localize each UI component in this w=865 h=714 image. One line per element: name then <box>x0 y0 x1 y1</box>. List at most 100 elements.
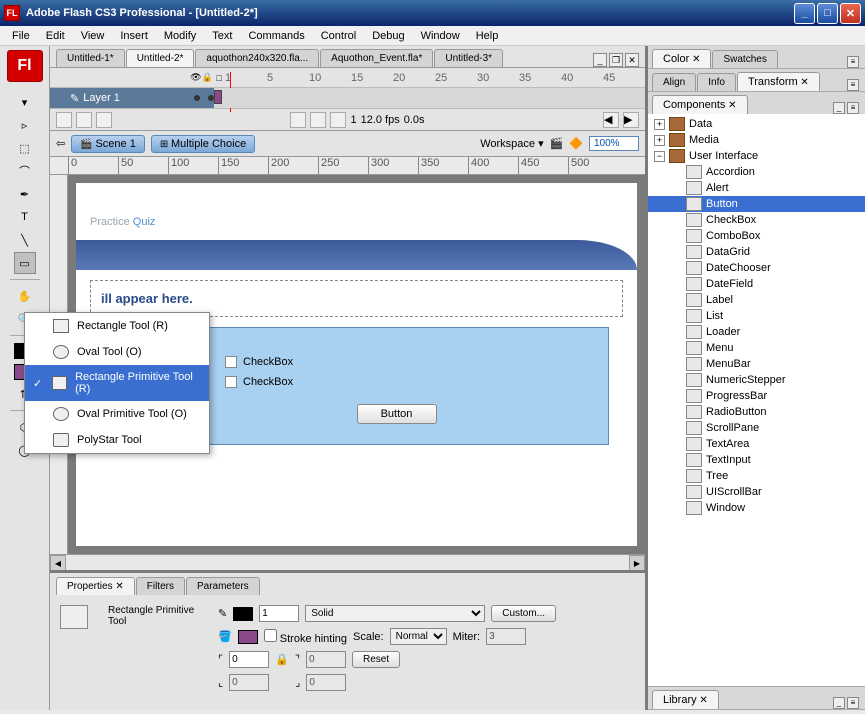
delete-layer-button[interactable] <box>96 112 112 128</box>
menu-edit[interactable]: Edit <box>38 28 73 44</box>
onion-skin-button[interactable] <box>290 112 306 128</box>
tree-item[interactable]: Tree <box>648 468 865 484</box>
hand-tool[interactable]: ✋ <box>14 285 36 307</box>
workspace-menu[interactable]: Workspace ▾ <box>480 137 543 150</box>
components-tab[interactable]: Components ✕ <box>652 95 748 114</box>
scale-select[interactable]: Normal <box>390 628 447 645</box>
menu-control[interactable]: Control <box>313 28 364 44</box>
menu-file[interactable]: File <box>4 28 38 44</box>
tree-item[interactable]: Label <box>648 292 865 308</box>
menu-text[interactable]: Text <box>204 28 240 44</box>
flyout-item[interactable]: Oval Tool (O) <box>25 339 209 365</box>
tree-item[interactable]: CheckBox <box>648 212 865 228</box>
keyframe[interactable] <box>214 90 222 104</box>
tree-item[interactable]: UIScrollBar <box>648 484 865 500</box>
checkbox-component-2[interactable]: CheckBox <box>225 376 568 388</box>
menu-window[interactable]: Window <box>413 28 468 44</box>
edit-multi-button[interactable] <box>330 112 346 128</box>
menu-help[interactable]: Help <box>468 28 507 44</box>
back-icon[interactable]: ⇦ <box>56 137 65 150</box>
outline-icon[interactable]: □ <box>213 73 225 83</box>
subselection-tool[interactable]: ▹ <box>14 114 36 136</box>
new-layer-button[interactable] <box>56 112 72 128</box>
flyout-item[interactable]: PolyStar Tool <box>25 427 209 453</box>
scene-icon[interactable]: 🎬 <box>550 137 564 150</box>
tree-item[interactable]: −User Interface <box>648 148 865 164</box>
document-tab[interactable]: Aquothon_Event.fla* <box>320 49 433 67</box>
properties-tab-filters[interactable]: Filters <box>136 577 185 595</box>
rectangle-tool[interactable]: ▭ <box>14 252 36 274</box>
flyout-item[interactable]: Oval Primitive Tool (O) <box>25 401 209 427</box>
tree-item[interactable]: Accordion <box>648 164 865 180</box>
properties-tab-parameters[interactable]: Parameters <box>186 577 260 595</box>
zoom-field[interactable] <box>589 136 639 151</box>
tree-item[interactable]: Loader <box>648 324 865 340</box>
align-tab[interactable]: Align <box>652 73 696 91</box>
tree-item[interactable]: +Data <box>648 116 865 132</box>
reset-button[interactable]: Reset <box>352 651 400 668</box>
tree-item[interactable]: DateChooser <box>648 260 865 276</box>
selection-tool[interactable]: ▾ <box>14 91 36 113</box>
checkbox-component-1[interactable]: CheckBox <box>225 356 568 368</box>
lock-icon[interactable]: 🔒 <box>202 72 214 83</box>
fill-swatch[interactable] <box>238 630 258 644</box>
tree-item[interactable]: DateField <box>648 276 865 292</box>
scroll-right[interactable]: ▶ <box>623 112 639 128</box>
menu-debug[interactable]: Debug <box>364 28 412 44</box>
button-component[interactable]: Button <box>357 404 437 424</box>
scroll-left[interactable]: ◀ <box>603 112 619 128</box>
scene-crumb[interactable]: 🎬 Scene 1 <box>71 135 145 153</box>
eye-icon[interactable]: 👁 <box>190 72 202 83</box>
lasso-tool[interactable]: ⌒ <box>14 160 36 182</box>
flyout-item[interactable]: Rectangle Tool (R) <box>25 313 209 339</box>
stroke-style-select[interactable]: Solid <box>305 605 485 622</box>
document-tab[interactable]: Untitled-3* <box>434 49 503 67</box>
custom-stroke-button[interactable]: Custom... <box>491 605 556 622</box>
tree-item[interactable]: Button <box>648 196 865 212</box>
stage-scrollbar-h[interactable]: ◀▶ <box>50 554 645 570</box>
panel-menu-icon[interactable]: ≡ <box>847 56 859 68</box>
tree-item[interactable]: List <box>648 308 865 324</box>
menu-commands[interactable]: Commands <box>240 28 312 44</box>
maximize-button[interactable]: □ <box>817 3 838 24</box>
timeline-layer[interactable]: ✎Layer 1 <box>50 88 645 108</box>
panel-collapse-icon[interactable]: _ <box>833 102 845 114</box>
line-tool[interactable]: ╲ <box>14 229 36 251</box>
properties-tab-properties[interactable]: Properties ✕ <box>56 577 135 595</box>
menu-view[interactable]: View <box>73 28 113 44</box>
tree-item[interactable]: DataGrid <box>648 244 865 260</box>
tree-item[interactable]: TextInput <box>648 452 865 468</box>
panel-menu-icon[interactable]: ≡ <box>847 102 859 114</box>
library-tab[interactable]: Library ✕ <box>652 690 719 709</box>
onion-outline-button[interactable] <box>310 112 326 128</box>
tree-item[interactable]: Menu <box>648 340 865 356</box>
panel-menu-icon[interactable]: ≡ <box>847 697 859 709</box>
doc-close[interactable]: ✕ <box>625 53 639 67</box>
info-tab[interactable]: Info <box>697 73 736 91</box>
tree-item[interactable]: ScrollPane <box>648 420 865 436</box>
tree-item[interactable]: TextArea <box>648 436 865 452</box>
tree-item[interactable]: Window <box>648 500 865 516</box>
flyout-item[interactable]: ✓Rectangle Primitive Tool (R) <box>25 365 209 401</box>
document-tab[interactable]: Untitled-1* <box>56 49 125 67</box>
tree-item[interactable]: ComboBox <box>648 228 865 244</box>
swatches-tab[interactable]: Swatches <box>712 50 777 68</box>
pen-tool[interactable]: ✒ <box>14 183 36 205</box>
tree-item[interactable]: RadioButton <box>648 404 865 420</box>
menu-modify[interactable]: Modify <box>156 28 204 44</box>
link-icon[interactable]: 🔒 <box>275 653 289 666</box>
tree-item[interactable]: Alert <box>648 180 865 196</box>
new-folder-button[interactable] <box>76 112 92 128</box>
minimize-button[interactable]: _ <box>794 3 815 24</box>
tree-item[interactable]: +Media <box>648 132 865 148</box>
panel-collapse-icon[interactable]: _ <box>833 697 845 709</box>
document-tab[interactable]: Untitled-2* <box>126 49 195 67</box>
free-transform-tool[interactable]: ⬚ <box>14 137 36 159</box>
doc-restore[interactable]: ❐ <box>609 53 623 67</box>
document-tab[interactable]: aquothon240x320.fla... <box>195 49 319 67</box>
stroke-swatch[interactable] <box>233 607 253 621</box>
corner-tl-input[interactable] <box>229 651 269 668</box>
tree-item[interactable]: MenuBar <box>648 356 865 372</box>
symbol-icon[interactable]: 🔶 <box>569 137 583 150</box>
text-tool[interactable]: T <box>14 206 36 228</box>
